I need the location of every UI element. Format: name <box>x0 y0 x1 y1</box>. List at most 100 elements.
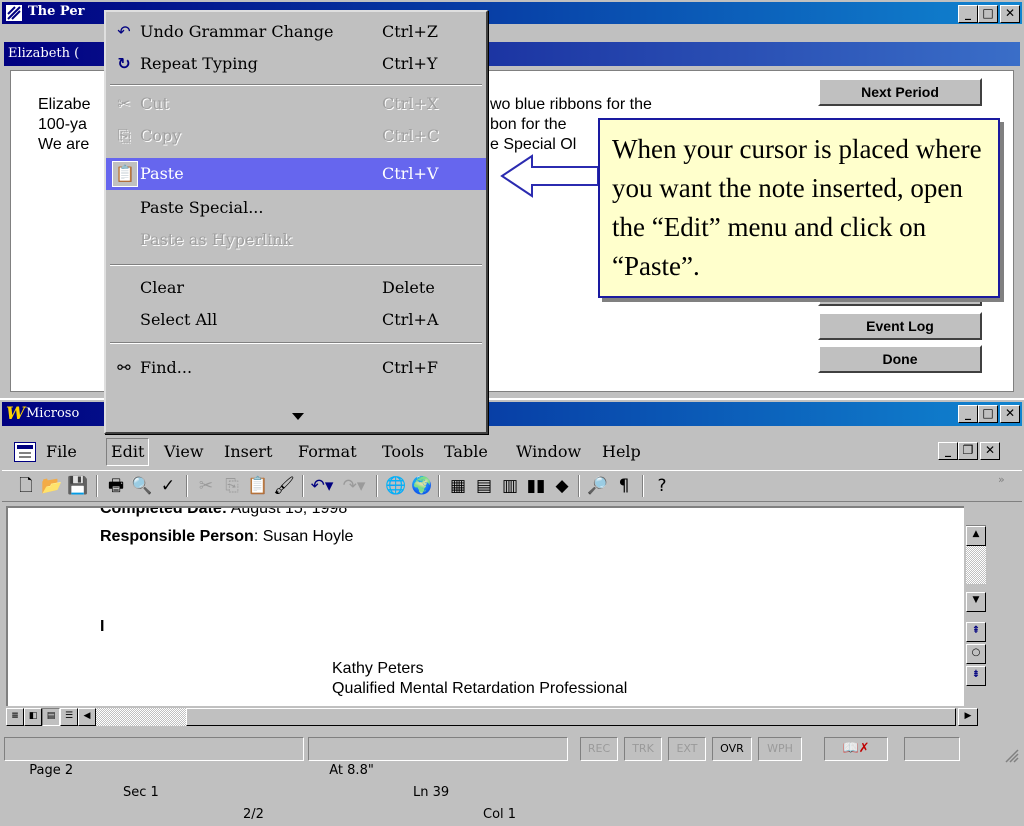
print-icon[interactable]: 🖶 <box>104 474 128 498</box>
more-buttons-icon[interactable]: » <box>998 473 1005 486</box>
help-icon[interactable]: ? <box>650 474 674 498</box>
insert-excel-icon[interactable]: ▥ <box>498 474 522 498</box>
toolbar-separator <box>642 475 644 497</box>
spelling-status-icon[interactable]: 📖✗ <box>824 737 888 761</box>
scroll-left-icon[interactable]: ◀ <box>78 708 96 726</box>
word-minimize-button[interactable]: _ <box>958 405 978 423</box>
document-map-icon[interactable]: 🔎 <box>586 474 610 498</box>
scroll-thumb[interactable] <box>186 708 956 726</box>
content-line: Elizabe <box>38 96 91 113</box>
menu-item-find[interactable]: ⚯ Find... Ctrl+F <box>106 352 486 384</box>
horizontal-scrollbar[interactable]: ≡ ◧ ▤ ☰ ◀ ▶ <box>6 706 988 728</box>
toolbar-separator <box>302 475 304 497</box>
callout-text: When your cursor is placed where you wan… <box>612 134 982 281</box>
document-area[interactable]: Completed Date: August 15, 1998 Responsi… <box>6 506 964 706</box>
menu-expand-chevron-icon[interactable] <box>286 406 310 426</box>
word-close-button[interactable]: ✕ <box>1000 405 1020 423</box>
paste-toolbar-icon[interactable]: 📋 <box>246 474 270 498</box>
scroll-down-icon[interactable]: ▼ <box>966 592 986 612</box>
menu-item-select-all[interactable]: Select All Ctrl+A <box>106 304 486 336</box>
print-preview-icon[interactable]: 🔍 <box>130 474 154 498</box>
redo-toolbar-icon[interactable]: ↷▾ <box>342 474 366 498</box>
menu-edit[interactable]: Edit <box>106 438 150 466</box>
spelling-icon[interactable]: ✓ <box>156 474 180 498</box>
outline-view-icon[interactable]: ☰ <box>60 708 78 726</box>
menu-item-undo[interactable]: ↶ Undo Grammar Change Ctrl+Z <box>106 16 486 48</box>
tables-borders-icon[interactable]: ▦ <box>446 474 470 498</box>
scroll-right-icon[interactable]: ▶ <box>958 708 978 726</box>
page-layout-view-icon[interactable]: ▤ <box>42 708 60 726</box>
copy-icon: ⎘ <box>117 126 131 145</box>
close-button[interactable]: ✕ <box>1000 5 1020 23</box>
doc-close-button[interactable]: ✕ <box>980 442 1000 460</box>
normal-view-icon[interactable]: ≡ <box>6 708 24 726</box>
menu-help[interactable]: Help <box>602 438 641 466</box>
menu-view[interactable]: View <box>164 438 204 466</box>
scroll-track[interactable] <box>966 546 986 584</box>
menu-item-paste-special[interactable]: Paste Special... <box>106 192 486 224</box>
toolbar-separator <box>578 475 580 497</box>
menu-item-cut[interactable]: ✂ Cut Ctrl+X <box>106 88 486 120</box>
menu-separator <box>110 84 482 86</box>
menu-tools[interactable]: Tools <box>382 438 424 466</box>
columns-icon[interactable]: ▮▮ <box>524 474 548 498</box>
resize-grip-icon[interactable] <box>1000 744 1020 764</box>
copy-toolbar-icon[interactable]: ⎘ <box>220 474 244 498</box>
format-painter-icon[interactable]: 🖌 <box>272 474 296 498</box>
insert-table-icon[interactable]: ▤ <box>472 474 496 498</box>
show-hide-icon[interactable]: ¶ <box>612 474 636 498</box>
menu-item-repeat[interactable]: ↻ Repeat Typing Ctrl+Y <box>106 48 486 80</box>
menu-format[interactable]: Format <box>298 438 357 466</box>
next-period-button[interactable]: Next Period <box>818 78 982 106</box>
word-window-title: Microso <box>26 406 80 421</box>
menu-item-clear[interactable]: Clear Delete <box>106 272 486 304</box>
status-wph[interactable]: WPH <box>758 737 802 761</box>
vertical-scrollbar[interactable]: ▲ ▼ ⇞ ○ ⇟ <box>964 506 988 706</box>
signature-title: Qualified Mental Retardation Professiona… <box>332 680 628 697</box>
open-icon[interactable]: 📂 <box>40 474 64 498</box>
doc-minimize-button[interactable]: _ <box>938 442 958 460</box>
word-maximize-button[interactable]: □ <box>978 405 998 423</box>
status-ovr[interactable]: OVR <box>712 737 752 761</box>
next-page-icon[interactable]: ⇟ <box>966 666 986 686</box>
minimize-button[interactable]: _ <box>958 5 978 23</box>
word-menubar: File Edit View Insert Format Tools Table… <box>2 438 1022 466</box>
menu-window[interactable]: Window <box>516 438 581 466</box>
web-toolbar-icon[interactable]: 🌍 <box>410 474 434 498</box>
menu-item-paste[interactable]: 📋 Paste Ctrl+V <box>106 158 486 190</box>
menu-item-paste-hyperlink[interactable]: Paste as Hyperlink <box>106 224 486 256</box>
menu-item-copy[interactable]: ⎘ Copy Ctrl+C <box>106 120 486 152</box>
menu-file[interactable]: File <box>46 438 77 466</box>
doc-restore-button[interactable]: ❐ <box>958 442 978 460</box>
maximize-button[interactable]: □ <box>978 5 998 23</box>
content-line: 100-ya <box>38 116 87 133</box>
new-icon[interactable]: 🗋 <box>14 474 38 498</box>
content-line: bon for the <box>490 116 567 133</box>
save-icon[interactable]: 💾 <box>66 474 90 498</box>
status-sec-label: Sec 1 <box>123 785 159 800</box>
select-browse-object-icon[interactable]: ○ <box>966 644 986 664</box>
status-empty <box>904 737 960 761</box>
menu-table[interactable]: Table <box>444 438 488 466</box>
completed-date-label: Completed Date: <box>100 506 228 517</box>
background-window-subtitle: Elizabeth ( <box>8 46 80 61</box>
status-trk[interactable]: TRK <box>624 737 662 761</box>
callout-box: When your cursor is placed where you wan… <box>598 118 1000 298</box>
status-at-label: At 8.8" <box>329 763 374 778</box>
drawing-icon[interactable]: ◆ <box>550 474 574 498</box>
event-log-button[interactable]: Event Log <box>818 312 982 340</box>
menu-insert[interactable]: Insert <box>224 438 272 466</box>
scroll-up-icon[interactable]: ▲ <box>966 526 986 546</box>
horizontal-scroll-track[interactable] <box>96 708 186 726</box>
status-ext[interactable]: EXT <box>668 737 706 761</box>
status-rec[interactable]: REC <box>580 737 618 761</box>
paste-icon: 📋 <box>112 161 138 187</box>
done-button[interactable]: Done <box>818 345 982 373</box>
web-layout-view-icon[interactable]: ◧ <box>24 708 42 726</box>
previous-page-icon[interactable]: ⇞ <box>966 622 986 642</box>
cut-toolbar-icon[interactable]: ✂ <box>194 474 218 498</box>
status-page: Page 2 Sec 1 2/2 <box>4 737 304 822</box>
hyperlink-icon[interactable]: 🌐 <box>384 474 408 498</box>
background-window-title: The Per <box>28 4 85 19</box>
undo-toolbar-icon[interactable]: ↶▾ <box>310 474 334 498</box>
